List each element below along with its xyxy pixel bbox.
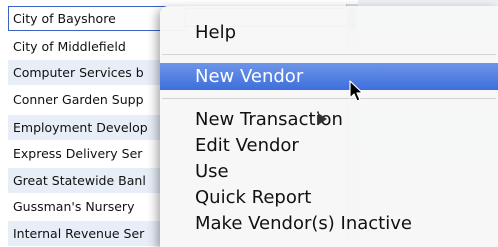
mouse-pointer-icon [349,80,364,102]
menu-separator [162,54,496,55]
vendor-context-menu: Help New Vendor New Transaction Edit Ven… [160,6,498,247]
menu-item-help[interactable]: Help [160,20,498,46]
menu-item-new-transaction[interactable]: New Transaction [160,107,498,133]
menu-item-new-vendor[interactable]: New Vendor [160,63,498,90]
menu-item-quick-report[interactable]: Quick Report [160,185,498,211]
menu-separator [162,98,496,99]
submenu-arrow-icon [318,113,327,125]
menu-item-make-inactive[interactable]: Make Vendor(s) Inactive [160,211,498,237]
menu-item-edit-vendor[interactable]: Edit Vendor [160,133,498,159]
menu-item-use[interactable]: Use [160,159,498,185]
